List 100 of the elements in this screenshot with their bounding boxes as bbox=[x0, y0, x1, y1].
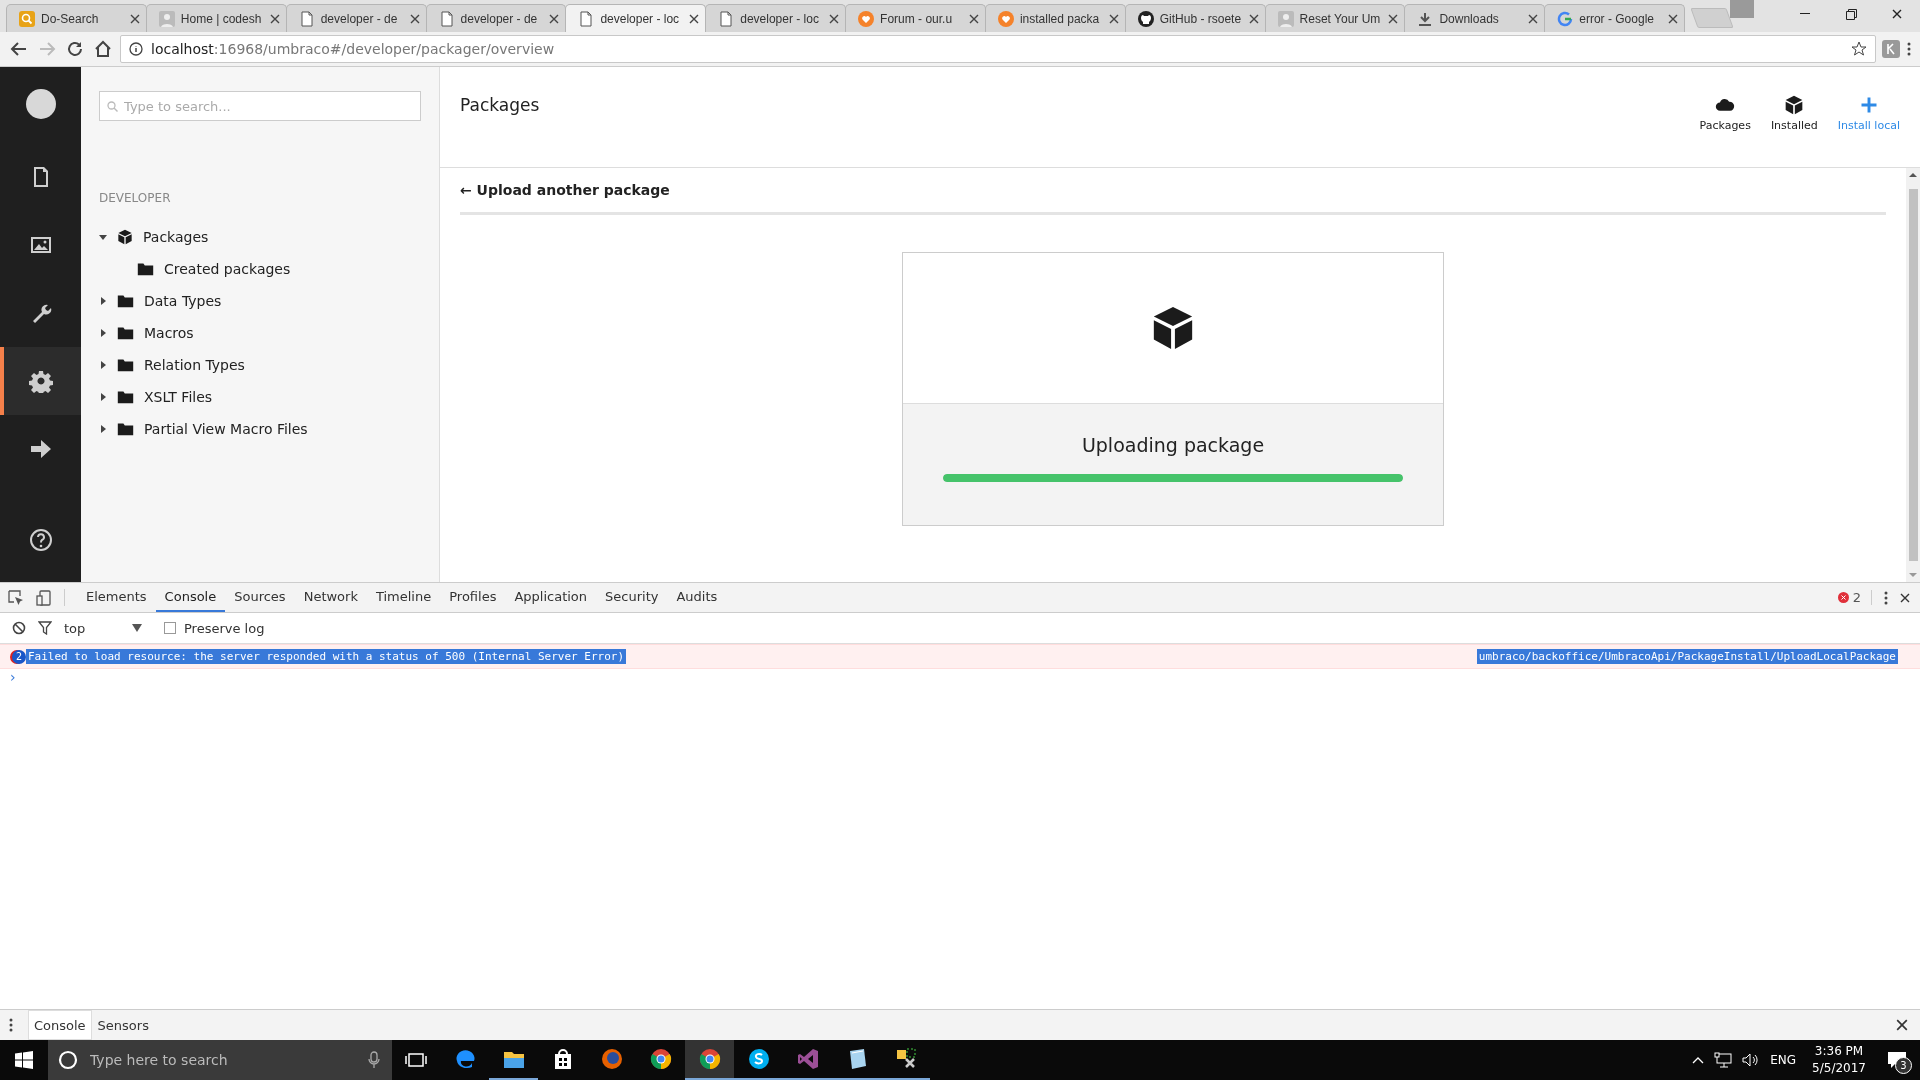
browser-tab[interactable]: developer - loc bbox=[565, 4, 707, 32]
console-prompt[interactable]: › bbox=[0, 669, 1920, 685]
close-icon[interactable] bbox=[1108, 13, 1119, 24]
context-select[interactable]: top bbox=[64, 620, 120, 636]
caret-icon[interactable] bbox=[99, 425, 107, 433]
browser-tab[interactable]: Forum - our.u bbox=[845, 4, 986, 32]
folder-icon bbox=[117, 422, 134, 436]
extension-icon[interactable] bbox=[1882, 40, 1900, 58]
devtools-tab[interactable]: Console bbox=[155, 583, 226, 612]
caret-icon[interactable] bbox=[99, 233, 107, 241]
tree-item[interactable]: XSLT Files bbox=[144, 389, 213, 405]
notification-count: 3 bbox=[1895, 1057, 1912, 1074]
devtools-tab[interactable]: Application bbox=[505, 583, 597, 612]
source-link[interactable]: umbraco/backoffice/UmbracoApi/PackageInstall/UploadLocalPackage bbox=[1476, 649, 1898, 664]
header-button[interactable]: Packages bbox=[1699, 95, 1751, 132]
browser-tab[interactable]: developer - loc bbox=[705, 4, 847, 32]
dropdown-icon[interactable] bbox=[132, 624, 142, 632]
menu-icon[interactable] bbox=[1906, 41, 1912, 57]
filter-icon[interactable] bbox=[38, 621, 52, 635]
scrollbar[interactable] bbox=[1906, 168, 1920, 582]
browser-tab[interactable]: Home | codesh bbox=[145, 4, 287, 32]
tree-item[interactable]: Created packages bbox=[164, 261, 291, 277]
close-icon[interactable] bbox=[1896, 1019, 1908, 1031]
info-icon[interactable] bbox=[129, 42, 143, 56]
tree-item[interactable]: Partial View Macro Files bbox=[144, 421, 308, 437]
taskbar-app[interactable] bbox=[685, 1040, 734, 1080]
preserve-log-checkbox[interactable]: Preserve log bbox=[164, 620, 265, 636]
caret-icon[interactable] bbox=[99, 361, 107, 369]
close-icon[interactable] bbox=[1248, 13, 1259, 24]
close-icon[interactable] bbox=[968, 13, 979, 24]
devtools-tab[interactable]: Security bbox=[596, 583, 668, 612]
circle-icon[interactable] bbox=[58, 1050, 78, 1070]
close-icon[interactable] bbox=[829, 13, 840, 24]
device-icon[interactable] bbox=[36, 589, 52, 606]
devtools-tab[interactable]: Audits bbox=[667, 583, 727, 612]
user-avatar[interactable] bbox=[25, 89, 56, 119]
browser-tab[interactable]: Downloads bbox=[1404, 4, 1546, 32]
close-icon[interactable] bbox=[129, 13, 140, 24]
devtools-tab[interactable]: Elements bbox=[77, 583, 156, 612]
caret-icon[interactable] bbox=[99, 393, 107, 401]
clear-icon[interactable] bbox=[12, 621, 26, 635]
menu-icon[interactable] bbox=[1884, 590, 1888, 605]
arrow-icon bbox=[28, 437, 53, 461]
scroll-up-icon[interactable] bbox=[1909, 172, 1917, 177]
tree-item[interactable]: Data Types bbox=[144, 293, 222, 309]
help-icon bbox=[28, 528, 53, 552]
menu-icon[interactable] bbox=[8, 1017, 14, 1033]
devtools-tab[interactable]: Sources bbox=[225, 583, 295, 612]
devtools-tab[interactable]: Profiles bbox=[440, 583, 506, 612]
close-icon[interactable] bbox=[689, 13, 700, 24]
close-icon[interactable] bbox=[1668, 13, 1679, 24]
browser-tab[interactable]: GitHub - rsoete bbox=[1124, 4, 1266, 32]
restore-icon[interactable] bbox=[1845, 8, 1857, 20]
browser-icon bbox=[599, 1047, 624, 1071]
browser-tab[interactable]: Do-Search bbox=[6, 4, 147, 32]
drawer-tab[interactable]: Console bbox=[28, 1010, 92, 1040]
close-icon[interactable] bbox=[1900, 592, 1910, 603]
error-count[interactable]: 2 bbox=[1852, 590, 1861, 605]
chevron-up-icon[interactable] bbox=[1692, 1056, 1705, 1064]
taskbar-search-field[interactable]: Type here to search bbox=[48, 1040, 392, 1080]
page-title: Packages bbox=[460, 95, 540, 115]
language-indicator[interactable]: ENG bbox=[1770, 1053, 1797, 1067]
header-button[interactable]: Install local bbox=[1837, 95, 1900, 132]
caret-icon[interactable] bbox=[99, 329, 107, 337]
browser-tab[interactable]: installed packa bbox=[984, 4, 1126, 32]
windows-icon[interactable] bbox=[15, 1051, 33, 1069]
close-icon[interactable] bbox=[409, 13, 420, 24]
header-button[interactable]: Installed bbox=[1770, 95, 1818, 132]
search-field[interactable]: Type to search... bbox=[99, 91, 421, 121]
devtools-tab[interactable]: Network bbox=[294, 583, 367, 612]
close-icon[interactable] bbox=[1528, 13, 1539, 24]
browser-tab[interactable]: error - Google bbox=[1544, 4, 1686, 32]
folder-icon bbox=[137, 262, 154, 276]
task-view-icon[interactable] bbox=[405, 1052, 427, 1068]
volume-icon[interactable] bbox=[1742, 1053, 1761, 1067]
close-icon[interactable] bbox=[269, 13, 280, 24]
ribbon-icon bbox=[795, 1047, 820, 1071]
caret-icon[interactable] bbox=[99, 297, 107, 305]
drawer-tab[interactable]: Sensors bbox=[91, 1010, 155, 1040]
clock[interactable]: 3:36 PM 5/5/2017 bbox=[1806, 1043, 1872, 1077]
browser-tab[interactable]: developer - de bbox=[425, 4, 567, 32]
back-link[interactable]: ← Upload another package bbox=[460, 182, 670, 198]
minimize-icon[interactable] bbox=[1800, 13, 1811, 15]
close-icon[interactable] bbox=[1388, 13, 1399, 24]
tree-item[interactable]: Relation Types bbox=[144, 357, 245, 373]
network-icon[interactable] bbox=[1714, 1052, 1733, 1068]
url-field[interactable]: localhost:16968/umbraco#/developer/packager/overview bbox=[151, 41, 555, 57]
folder-icon bbox=[117, 326, 134, 340]
tree-item[interactable]: Packages bbox=[143, 229, 209, 245]
devtools-tab[interactable]: Timeline bbox=[366, 583, 441, 612]
microphone-icon[interactable] bbox=[368, 1051, 380, 1069]
tree-item[interactable]: Macros bbox=[144, 325, 194, 341]
browser-tab[interactable]: developer - de bbox=[285, 4, 427, 32]
folder-icon bbox=[117, 358, 134, 372]
section-item[interactable] bbox=[0, 347, 81, 415]
inspect-icon[interactable] bbox=[8, 589, 24, 606]
close-icon[interactable] bbox=[1892, 9, 1903, 19]
star-icon[interactable] bbox=[1851, 41, 1867, 57]
browser-tab[interactable]: Reset Your Um bbox=[1264, 4, 1406, 32]
close-icon[interactable] bbox=[549, 13, 560, 24]
